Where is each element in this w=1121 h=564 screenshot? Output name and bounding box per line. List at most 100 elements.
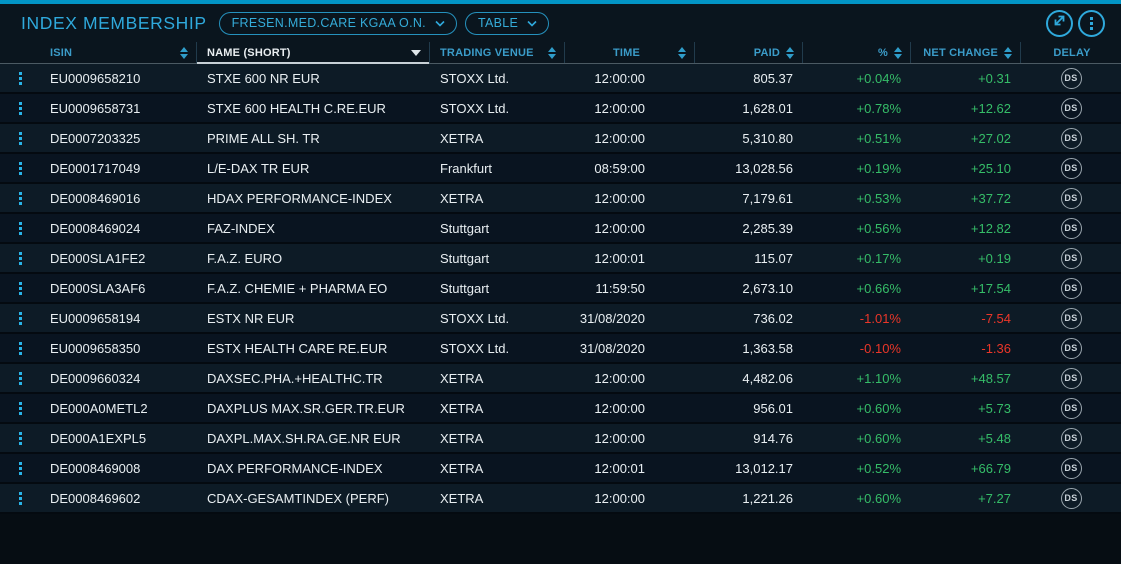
paid-cell: 2,673.10 [655, 281, 803, 296]
table-row[interactable]: EU0009658731 STXE 600 HEALTH C.RE.EUR ST… [0, 94, 1121, 124]
table-header-row: ISIN NAME (SHORT) TRADING VENUE TIME PAI… [0, 42, 1121, 64]
delay-source-badge: DS [1061, 248, 1082, 269]
instrument-selector[interactable]: FRESEN.MED.CARE KGAA O.N. [219, 12, 457, 35]
row-kebab-icon [19, 192, 22, 205]
diagonal-resize-icon [1052, 13, 1067, 33]
percent-change-cell: +0.60% [803, 401, 911, 416]
table-row[interactable]: DE000A1EXPL5 DAXPL.MAX.SH.RA.GE.NR EUR X… [0, 424, 1121, 454]
row-kebab-icon [19, 252, 22, 265]
net-change-cell: -1.36 [911, 341, 1021, 356]
percent-change-cell: +0.52% [803, 461, 911, 476]
delay-source-badge: DS [1061, 338, 1082, 359]
row-kebab-icon [19, 102, 22, 115]
delay-source-badge: DS [1061, 488, 1082, 509]
paid-cell: 1,363.58 [655, 341, 803, 356]
percent-change-cell: -1.01% [803, 311, 911, 326]
delay-source-badge: DS [1061, 368, 1082, 389]
row-kebab-icon [19, 402, 22, 415]
venue-cell: Frankfurt [430, 161, 565, 176]
isin-cell: DE0008469016 [40, 191, 197, 206]
time-cell: 12:00:00 [565, 131, 655, 146]
row-menu-button[interactable] [0, 342, 40, 355]
table-row[interactable]: DE0008469024 FAZ-INDEX Stuttgart 12:00:0… [0, 214, 1121, 244]
name-cell: STXE 600 NR EUR [197, 71, 430, 86]
widget-menu-button[interactable] [1078, 10, 1105, 37]
percent-change-cell: +0.56% [803, 221, 911, 236]
net-change-cell: +27.02 [911, 131, 1021, 146]
time-cell: 12:00:00 [565, 491, 655, 506]
table-row[interactable]: DE0007203325 PRIME ALL SH. TR XETRA 12:0… [0, 124, 1121, 154]
time-cell: 12:00:00 [565, 71, 655, 86]
isin-cell: DE000SLA3AF6 [40, 281, 197, 296]
delay-source-badge: DS [1061, 98, 1082, 119]
net-change-cell: +7.27 [911, 491, 1021, 506]
percent-change-cell: -0.10% [803, 341, 911, 356]
table-row[interactable]: DE000SLA3AF6 F.A.Z. CHEMIE + PHARMA EO S… [0, 274, 1121, 304]
expand-button[interactable] [1046, 10, 1073, 37]
net-change-cell: +48.57 [911, 371, 1021, 386]
sort-icon [678, 47, 686, 59]
delay-cell: DS [1021, 128, 1121, 149]
time-cell: 12:00:00 [565, 371, 655, 386]
venue-cell: STOXX Ltd. [430, 101, 565, 116]
row-kebab-icon [19, 372, 22, 385]
index-membership-widget: INDEX MEMBERSHIP FRESEN.MED.CARE KGAA O.… [0, 0, 1121, 564]
name-cell: HDAX PERFORMANCE-INDEX [197, 191, 430, 206]
column-header-time[interactable]: TIME [565, 42, 695, 63]
row-menu-button[interactable] [0, 462, 40, 475]
time-cell: 12:00:01 [565, 461, 655, 476]
table-row[interactable]: DE000A0METL2 DAXPLUS MAX.SR.GER.TR.EUR X… [0, 394, 1121, 424]
row-menu-button[interactable] [0, 312, 40, 325]
row-menu-button[interactable] [0, 192, 40, 205]
column-header-name[interactable]: NAME (SHORT) [197, 42, 430, 63]
column-header-percent[interactable]: % [803, 42, 911, 63]
row-kebab-icon [19, 282, 22, 295]
venue-cell: XETRA [430, 461, 565, 476]
row-menu-button[interactable] [0, 252, 40, 265]
delay-cell: DS [1021, 218, 1121, 239]
percent-change-cell: +0.51% [803, 131, 911, 146]
table-row[interactable]: DE0008469008 DAX PERFORMANCE-INDEX XETRA… [0, 454, 1121, 484]
column-header-isin[interactable]: ISIN [40, 42, 197, 63]
row-kebab-icon [19, 432, 22, 445]
table-row[interactable]: EU0009658350 ESTX HEALTH CARE RE.EUR STO… [0, 334, 1121, 364]
row-menu-button[interactable] [0, 372, 40, 385]
row-menu-button[interactable] [0, 282, 40, 295]
table-row[interactable]: EU0009658194 ESTX NR EUR STOXX Ltd. 31/0… [0, 304, 1121, 334]
table-row[interactable]: DE0008469016 HDAX PERFORMANCE-INDEX XETR… [0, 184, 1121, 214]
table-row[interactable]: EU0009658210 STXE 600 NR EUR STOXX Ltd. … [0, 64, 1121, 94]
delay-cell: DS [1021, 458, 1121, 479]
name-cell: L/E-DAX TR EUR [197, 161, 430, 176]
table-row[interactable]: DE0009660324 DAXSEC.PHA.+HEALTHC.TR XETR… [0, 364, 1121, 394]
column-header-net-change[interactable]: NET CHANGE [911, 42, 1021, 63]
row-menu-button[interactable] [0, 222, 40, 235]
isin-cell: EU0009658194 [40, 311, 197, 326]
paid-cell: 2,285.39 [655, 221, 803, 236]
isin-cell: EU0009658350 [40, 341, 197, 356]
column-header-trading-venue[interactable]: TRADING VENUE [430, 42, 565, 63]
column-header-delay: DELAY [1021, 42, 1121, 63]
view-selector[interactable]: TABLE [465, 12, 549, 35]
row-menu-button[interactable] [0, 102, 40, 115]
row-menu-button[interactable] [0, 162, 40, 175]
table-row[interactable]: DE000SLA1FE2 F.A.Z. EURO Stuttgart 12:00… [0, 244, 1121, 274]
delay-source-badge: DS [1061, 428, 1082, 449]
table-row[interactable]: DE0008469602 CDAX-GESAMTINDEX (PERF) XET… [0, 484, 1121, 514]
name-cell: F.A.Z. EURO [197, 251, 430, 266]
time-cell: 08:59:00 [565, 161, 655, 176]
column-header-paid[interactable]: PAID [695, 42, 803, 63]
table-body: EU0009658210 STXE 600 NR EUR STOXX Ltd. … [0, 64, 1121, 514]
row-menu-button[interactable] [0, 432, 40, 445]
percent-change-cell: +0.78% [803, 101, 911, 116]
net-change-cell: +5.48 [911, 431, 1021, 446]
row-menu-button[interactable] [0, 402, 40, 415]
row-menu-button[interactable] [0, 72, 40, 85]
row-menu-button[interactable] [0, 492, 40, 505]
name-cell: DAXPLUS MAX.SR.GER.TR.EUR [197, 401, 430, 416]
row-kebab-icon [19, 222, 22, 235]
time-cell: 12:00:01 [565, 251, 655, 266]
table-row[interactable]: DE0001717049 L/E-DAX TR EUR Frankfurt 08… [0, 154, 1121, 184]
paid-cell: 7,179.61 [655, 191, 803, 206]
row-menu-button[interactable] [0, 132, 40, 145]
view-selector-value: TABLE [478, 16, 518, 30]
